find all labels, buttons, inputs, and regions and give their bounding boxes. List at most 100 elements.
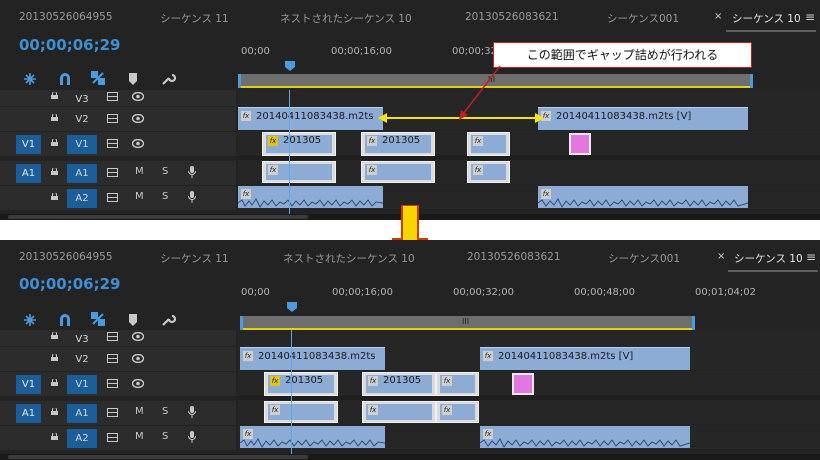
sync-lock-icon[interactable] — [107, 168, 118, 177]
lock-icon[interactable] — [51, 379, 58, 386]
playhead-icon[interactable] — [284, 60, 296, 72]
tab-sequence001[interactable]: シーケンス001 — [607, 11, 679, 26]
lock-icon[interactable] — [51, 408, 58, 415]
track-label-a1[interactable]: A1 — [67, 164, 97, 183]
work-area-start-handle[interactable] — [238, 74, 241, 88]
panel-menu-icon[interactable]: ≡ — [805, 10, 815, 24]
source-patch-a1[interactable]: A1 — [16, 404, 41, 423]
tab-nested-sequence-10[interactable]: ネストされたシーケンス 10 — [283, 251, 415, 266]
tab-sequence-20130526083621[interactable]: 20130526083621 — [467, 251, 561, 263]
clip-v2-left[interactable]: fx 20140411083438.m2ts — [240, 347, 385, 370]
clip-a2-right[interactable]: fx — [538, 186, 748, 208]
lock-icon[interactable] — [51, 193, 58, 200]
mute-button[interactable]: M — [135, 191, 144, 202]
clip-a1-nested-a[interactable]: fx — [264, 401, 338, 423]
track-label-a2[interactable]: A2 — [67, 189, 97, 208]
lock-icon[interactable] — [51, 168, 58, 175]
clip-a1-nested-b[interactable]: fx — [361, 161, 435, 183]
settings-wrench-icon[interactable] — [160, 71, 176, 87]
clip-v2-left[interactable]: fx 20140411083438.m2ts — [238, 107, 383, 130]
sync-lock-icon[interactable] — [107, 379, 118, 388]
sync-lock-icon[interactable] — [107, 354, 118, 363]
source-patch-v1[interactable]: V1 — [16, 135, 41, 154]
work-area-end-handle[interactable] — [692, 316, 695, 330]
clip-v1-color-matte[interactable] — [569, 133, 591, 155]
solo-button[interactable]: S — [162, 431, 168, 442]
source-patch-v1[interactable]: V1 — [16, 375, 41, 394]
sync-lock-icon[interactable] — [107, 193, 118, 202]
solo-button[interactable]: S — [162, 406, 168, 417]
add-marker-icon[interactable] — [128, 72, 138, 86]
track-label-v1[interactable]: V1 — [67, 135, 97, 154]
clip-v1-nested-c[interactable]: fx — [467, 132, 510, 156]
tab-sequence001[interactable]: シーケンス001 — [608, 251, 680, 266]
playhead-timecode[interactable]: 00;00;06;29 — [19, 275, 121, 293]
clip-a2-right[interactable]: fx — [480, 426, 690, 448]
sync-lock-icon[interactable] — [107, 332, 118, 341]
lock-icon[interactable] — [51, 354, 58, 361]
work-area-end-handle[interactable] — [750, 74, 753, 88]
eye-icon[interactable] — [132, 332, 144, 341]
lock-icon[interactable] — [51, 433, 58, 440]
clip-v1-nested-a[interactable]: fx 201305 — [264, 372, 338, 396]
solo-button[interactable]: S — [162, 166, 168, 177]
clip-a1-nested-a[interactable]: fx — [262, 161, 336, 183]
lock-icon[interactable] — [51, 332, 58, 339]
mic-icon[interactable] — [188, 166, 196, 178]
mic-icon[interactable] — [188, 191, 196, 203]
sync-lock-icon[interactable] — [107, 92, 118, 101]
source-patch-a1[interactable]: A1 — [16, 164, 41, 183]
sync-lock-icon[interactable] — [107, 139, 118, 148]
clip-v1-nested-a[interactable]: fx 201305 — [262, 132, 336, 156]
clip-v1-nested-c[interactable]: fx — [436, 372, 479, 396]
eye-icon[interactable] — [132, 379, 144, 388]
clip-v1-nested-b[interactable]: fx 201305 — [361, 132, 435, 156]
tab-sequence-10[interactable]: シーケンス 10 — [734, 251, 803, 266]
mic-icon[interactable] — [188, 406, 196, 418]
snap-icon[interactable] — [57, 71, 73, 87]
lock-icon[interactable] — [51, 114, 58, 121]
playhead-timecode[interactable]: 00;00;06;29 — [19, 36, 121, 54]
panel-menu-icon[interactable]: ≡ — [806, 250, 816, 264]
work-area-start-handle[interactable] — [240, 316, 243, 330]
solo-button[interactable]: S — [162, 191, 168, 202]
track-label-v2[interactable]: V2 — [67, 350, 97, 369]
lock-icon[interactable] — [51, 92, 58, 99]
horizontal-scrollbar[interactable] — [0, 454, 820, 460]
sync-lock-icon[interactable] — [107, 114, 118, 123]
close-tab-icon[interactable]: × — [717, 251, 725, 262]
time-ruler[interactable]: 00;00 00;00;16;00 00;00;32;00 00;00;48;0… — [238, 277, 820, 317]
mute-button[interactable]: M — [135, 431, 144, 442]
eye-icon[interactable] — [132, 92, 144, 101]
tab-sequence-20130526064955[interactable]: 20130526064955 — [19, 251, 113, 263]
playhead-line[interactable] — [289, 90, 290, 220]
add-marker-icon[interactable] — [128, 313, 138, 327]
mic-icon[interactable] — [188, 431, 196, 443]
tab-sequence-11[interactable]: シーケンス 11 — [160, 251, 229, 266]
sync-lock-icon[interactable] — [107, 408, 118, 417]
track-label-a2[interactable]: A2 — [67, 429, 97, 448]
close-tab-icon[interactable]: × — [714, 11, 722, 22]
scroll-thumb[interactable] — [8, 455, 308, 459]
playhead-line[interactable] — [291, 330, 292, 460]
tab-nested-sequence-10[interactable]: ネストされたシーケンス 10 — [280, 11, 412, 26]
clip-v1-nested-b[interactable]: fx 201305 — [362, 372, 436, 396]
linked-selection-icon[interactable] — [90, 70, 106, 86]
mute-button[interactable]: M — [135, 406, 144, 417]
mute-button[interactable]: M — [135, 166, 144, 177]
linked-selection-icon[interactable] — [90, 311, 106, 327]
clip-a1-nested-c[interactable]: fx — [467, 161, 510, 183]
ripple-icon[interactable] — [22, 71, 38, 87]
settings-wrench-icon[interactable] — [160, 312, 176, 328]
tab-sequence-10[interactable]: シーケンス 10 — [732, 11, 801, 26]
eye-icon[interactable] — [132, 354, 144, 363]
playhead-icon[interactable] — [286, 301, 298, 313]
clip-v1-color-matte[interactable] — [512, 373, 534, 395]
clip-a1-nested-c[interactable]: fx — [436, 401, 479, 423]
scroll-thumb[interactable] — [8, 215, 308, 219]
tab-sequence-20130526083621[interactable]: 20130526083621 — [465, 11, 559, 23]
eye-icon[interactable] — [132, 139, 144, 148]
clip-a2-left[interactable]: fx — [240, 426, 385, 448]
sync-lock-icon[interactable] — [107, 433, 118, 442]
clip-v2-right[interactable]: fx 20140411083438.m2ts [V] — [538, 107, 748, 130]
